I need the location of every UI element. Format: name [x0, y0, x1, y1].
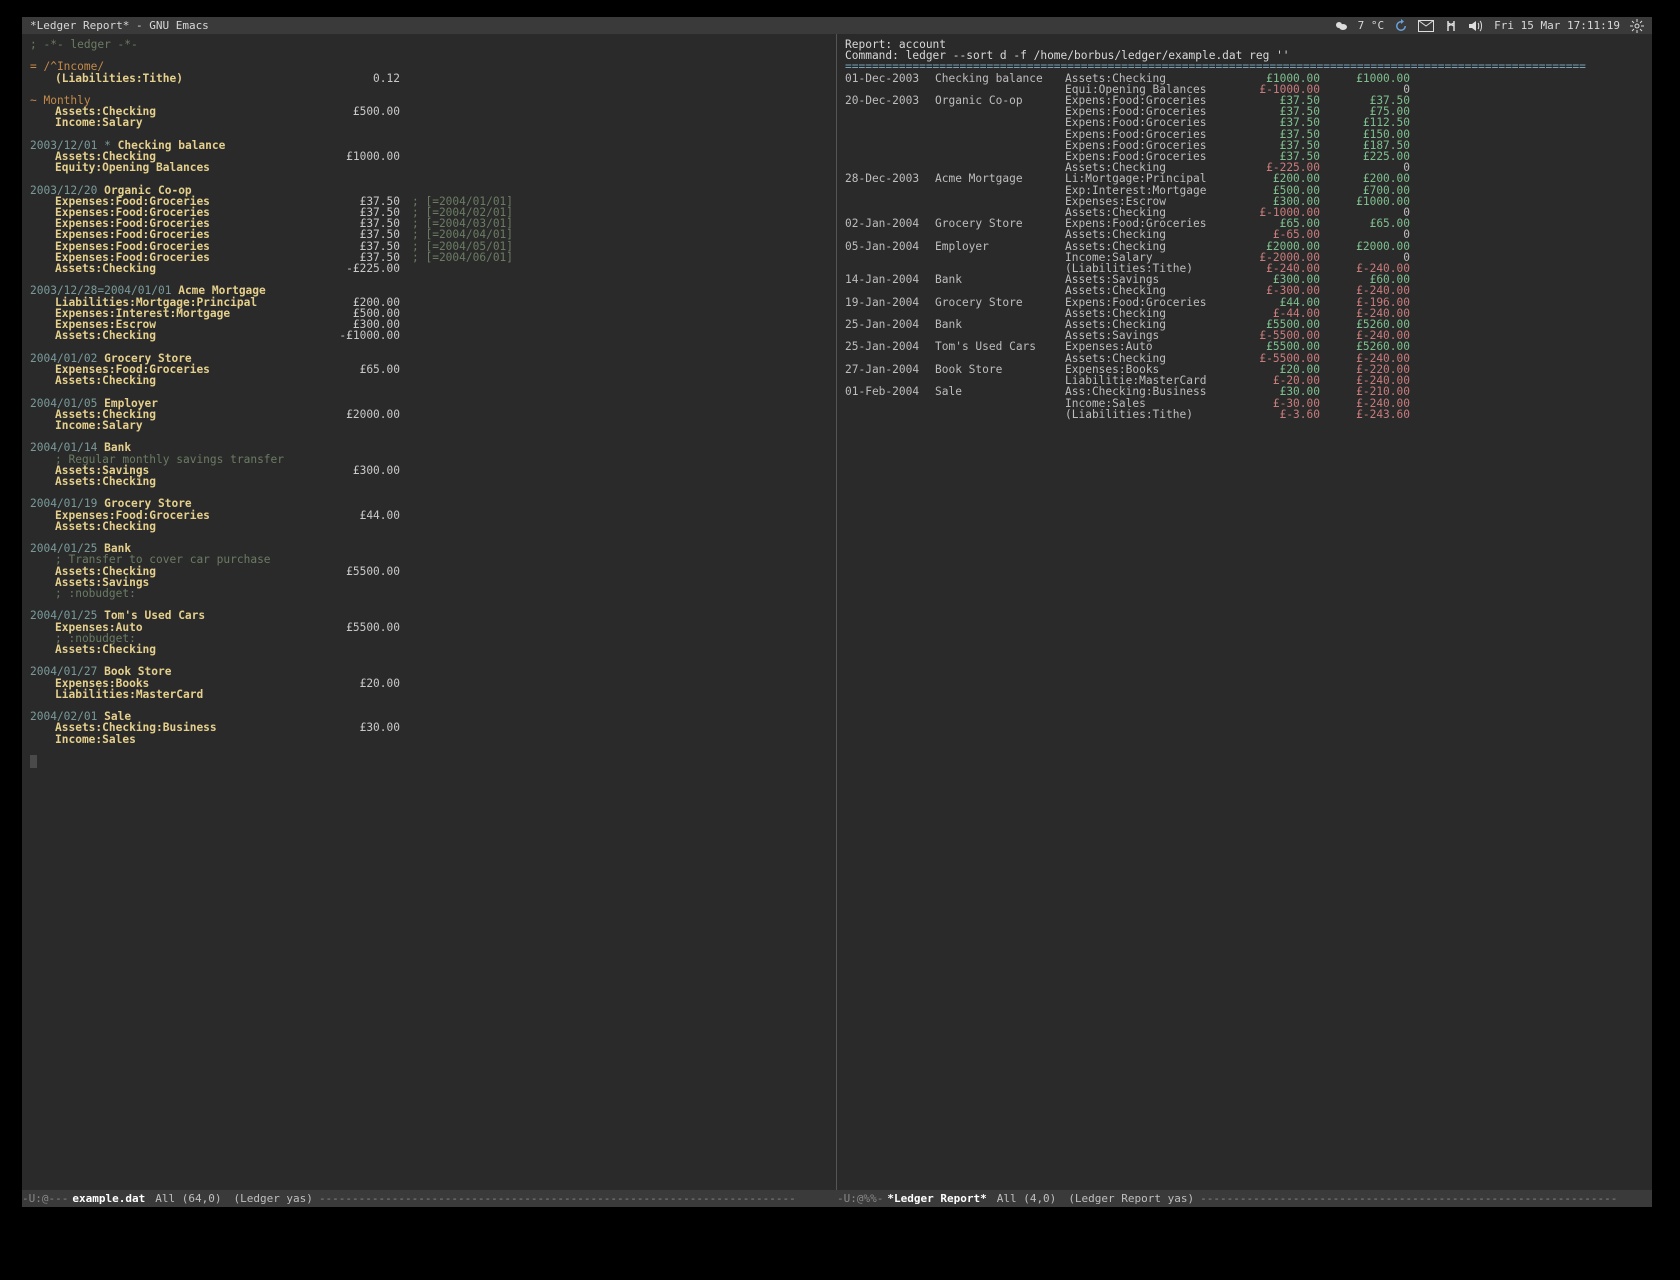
network-icon[interactable]	[1444, 19, 1458, 33]
report-rows: 01-Dec-2003Checking balanceAssets:Checki…	[845, 73, 1644, 420]
report-row: Expens:Food:Groceries£37.50£150.00	[845, 129, 1644, 140]
report-row: Liabilitie:MasterCard£-20.00£-240.00	[845, 375, 1644, 386]
report-row: 28-Dec-2003Acme MortgageLi:Mortgage:Prin…	[845, 173, 1644, 184]
report-row: 27-Jan-2004Book StoreExpenses:Books£20.0…	[845, 364, 1644, 375]
mode-line: -U:@--- example.dat All (64,0) (Ledger y…	[22, 1190, 1652, 1207]
report-row: 25-Jan-2004Tom's Used CarsExpenses:Auto£…	[845, 341, 1644, 352]
mode-line-left: -U:@--- example.dat All (64,0) (Ledger y…	[22, 1193, 837, 1204]
report-row: Expens:Food:Groceries£37.50£187.50	[845, 140, 1644, 151]
report-row: Exp:Interest:Mortgage£500.00£700.00	[845, 185, 1644, 196]
buffer-name-left: example.dat	[68, 1193, 149, 1204]
emacs-frame: ; -*- ledger -*- = /^Income/(Liabilities…	[22, 34, 1652, 1190]
volume-icon[interactable]	[1468, 20, 1484, 32]
report-row: 05-Jan-2004EmployerAssets:Checking£2000.…	[845, 241, 1644, 252]
report-header-2: Command: ledger --sort d -f /home/borbus…	[845, 50, 1644, 61]
report-row: (Liabilities:Tithe)£-240.00£-240.00	[845, 263, 1644, 274]
window-title: *Ledger Report* - GNU Emacs	[30, 20, 209, 31]
report-row: 19-Jan-2004Grocery StoreExpens:Food:Groc…	[845, 297, 1644, 308]
report-row: Expens:Food:Groceries£37.50£75.00	[845, 106, 1644, 117]
report-row: Assets:Checking£-300.00£-240.00	[845, 285, 1644, 296]
system-tray: 7 °C Fri 15 Mar 17:11:19	[1334, 19, 1644, 33]
weather-temp: 7 °C	[1358, 20, 1385, 31]
report-row: 20-Dec-2003Organic Co-opExpens:Food:Groc…	[845, 95, 1644, 106]
report-row: 25-Jan-2004BankAssets:Checking£5500.00£5…	[845, 319, 1644, 330]
buffer-name-right: *Ledger Report*	[883, 1193, 990, 1204]
report-row: Income:Sales£-30.00£-240.00	[845, 398, 1644, 409]
ledger-source-buffer[interactable]: ; -*- ledger -*- = /^Income/(Liabilities…	[22, 34, 837, 1190]
mode-line-right: -U:@%%- *Ledger Report* All (4,0) (Ledge…	[837, 1193, 1652, 1204]
weather-icon	[1334, 20, 1348, 32]
report-row: Expens:Food:Groceries£37.50£112.50	[845, 117, 1644, 128]
report-row: Expenses:Escrow£300.00£1000.00	[845, 196, 1644, 207]
report-row: Income:Salary£-2000.000	[845, 252, 1644, 263]
desktop-panel: *Ledger Report* - GNU Emacs 7 °C Fri 15 …	[22, 17, 1652, 34]
report-row: 01-Dec-2003Checking balanceAssets:Checki…	[845, 73, 1644, 84]
report-row: Assets:Checking£-65.000	[845, 229, 1644, 240]
refresh-icon[interactable]	[1394, 19, 1408, 33]
report-row: 14-Jan-2004BankAssets:Savings£300.00£60.…	[845, 274, 1644, 285]
settings-icon[interactable]	[1630, 19, 1644, 33]
report-row: (Liabilities:Tithe)£-3.60£-243.60	[845, 409, 1644, 420]
ledger-report-buffer[interactable]: Report: account Command: ledger --sort d…	[837, 34, 1652, 1190]
report-row: 01-Feb-2004SaleAss:Checking:Business£30.…	[845, 386, 1644, 397]
mail-icon[interactable]	[1418, 20, 1434, 32]
report-row: Expens:Food:Groceries£37.50£225.00	[845, 151, 1644, 162]
clock: Fri 15 Mar 17:11:19	[1494, 20, 1620, 31]
report-row: Assets:Checking£-44.00£-240.00	[845, 308, 1644, 319]
report-rule: ========================================…	[845, 61, 1644, 72]
report-row: 02-Jan-2004Grocery StoreExpens:Food:Groc…	[845, 218, 1644, 229]
